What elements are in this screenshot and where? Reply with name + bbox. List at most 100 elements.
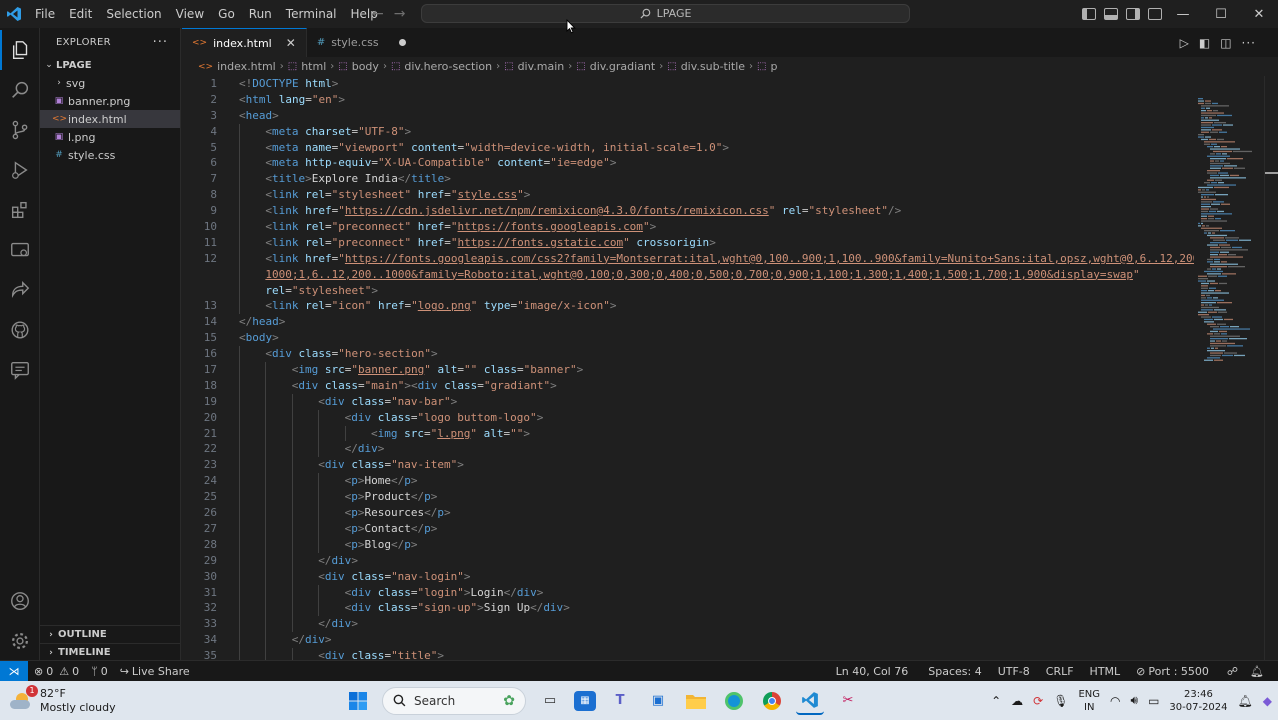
code-line[interactable]: 15 <body> — [182, 330, 1194, 346]
code-line[interactable]: 26 <p>Resources</p> — [182, 505, 1194, 521]
code-line[interactable]: rel="stylesheet"> — [182, 282, 1194, 299]
notification-bell-icon[interactable]: 🔔︎ — [1238, 694, 1253, 708]
code-line[interactable]: 23 <div class="nav-item"> — [182, 457, 1194, 474]
forward-arrow-icon[interactable]: → — [394, 6, 406, 22]
timeline-section[interactable]: › TIMELINE — [40, 643, 181, 661]
chrome-browser-icon[interactable] — [758, 687, 786, 715]
remote-indicator-icon[interactable]: ⋊ — [0, 660, 28, 682]
breadcrumb-item[interactable]: ⬚ body — [338, 60, 379, 73]
microphone-icon[interactable]: 🎙︎ — [1053, 694, 1068, 708]
workspace-root-folder[interactable]: ⌄ LPAGE — [40, 56, 180, 74]
remote-explorer-icon[interactable] — [0, 230, 40, 270]
customize-layout-icon[interactable] — [1148, 8, 1162, 20]
code-line[interactable]: 13 <link rel="icon" href="logo.png" type=… — [182, 298, 1194, 315]
unsaved-dot-icon[interactable] — [398, 39, 406, 46]
source-control-icon[interactable] — [0, 110, 40, 150]
refresh-app-icon[interactable]: ⟳ — [1033, 694, 1043, 708]
code-line[interactable]: 30 <div class="nav-login"> — [182, 568, 1194, 585]
code-line[interactable]: 3 <head> — [182, 108, 1194, 124]
tree-item-banner-png[interactable]: ▣ banner.png — [40, 92, 180, 110]
code-line[interactable]: 31 <div class="login">Login</div> — [182, 584, 1194, 601]
remote-desktop-icon[interactable]: ▣ — [644, 687, 672, 715]
menu-selection[interactable]: Selection — [99, 0, 168, 28]
snipping-tool-icon[interactable]: ✂ — [834, 687, 862, 715]
ports-indicator[interactable]: ᛘ0 — [85, 665, 114, 678]
breadcrumb-item[interactable]: ⬚ div.hero-section — [391, 60, 492, 73]
breadcrumb-item[interactable]: ⬚ div.gradiant — [576, 60, 655, 73]
code-line[interactable]: 21 <img src="l.png" alt=""> — [182, 425, 1194, 442]
code-line[interactable]: 1 <!DOCTYPE html> — [182, 76, 1194, 92]
more-actions-icon[interactable]: ··· — [1242, 36, 1256, 50]
code-line[interactable]: 5 <meta name="viewport" content="width=de… — [182, 139, 1194, 156]
code-line[interactable]: 2 <html lang="en"> — [182, 92, 1194, 108]
code-line[interactable]: 12 <link href="https://fonts.googleapis.c… — [182, 250, 1194, 267]
menu-file[interactable]: File — [28, 0, 62, 28]
tab-index-html[interactable]: <> index.html ✕ — [182, 28, 307, 57]
encoding[interactable]: UTF-8 — [992, 665, 1036, 678]
toggle-primary-sidebar-icon[interactable] — [1082, 8, 1096, 20]
breadcrumb-item[interactable]: ⬚ div.sub-title — [667, 60, 745, 73]
code-line[interactable]: 10 <link rel="preconnect" href="https://f… — [182, 219, 1194, 235]
edge-browser-icon[interactable] — [720, 687, 748, 715]
chat-icon[interactable] — [0, 350, 40, 390]
run-file-icon[interactable]: ▷ — [1180, 36, 1189, 50]
tab-style-css[interactable]: # style.css — [307, 28, 416, 57]
code-line[interactable]: 16 <div class="hero-section"> — [182, 346, 1194, 363]
tree-item-index-html[interactable]: <> index.html — [40, 110, 180, 128]
wifi-icon[interactable]: ◠ — [1110, 694, 1120, 708]
run-debug-icon[interactable] — [0, 150, 40, 190]
menu-view[interactable]: View — [169, 0, 211, 28]
file-explorer-icon[interactable] — [682, 687, 710, 715]
code-line[interactable]: 25 <p>Product</p> — [182, 489, 1194, 506]
cursor-position[interactable]: Ln 40, Col 76 — [830, 665, 915, 678]
line-ending[interactable]: CRLF — [1040, 665, 1080, 678]
code-line[interactable]: 35 <div class="title"> — [182, 648, 1194, 660]
windows-start-icon[interactable] — [344, 687, 372, 715]
open-preview-icon[interactable]: ◧ — [1199, 36, 1210, 50]
code-line[interactable]: 20 <div class="logo buttom-logo"> — [182, 409, 1194, 426]
more-actions-icon[interactable]: ··· — [153, 35, 168, 50]
chevron-up-icon[interactable]: ⌃ — [991, 694, 1001, 708]
code-line[interactable]: 6 <meta http-equiv="X-UA-Compatible" cont… — [182, 155, 1194, 172]
menu-go[interactable]: Go — [211, 0, 242, 28]
notifications-bell-icon[interactable]: 🔔︎ — [1244, 665, 1270, 678]
tree-item-l-png[interactable]: ▣ l.png — [40, 128, 180, 146]
close-window-button[interactable]: ✕ — [1240, 0, 1278, 28]
code-line[interactable]: 4 <meta charset="UTF-8"> — [182, 123, 1194, 140]
back-arrow-icon[interactable]: ← — [372, 6, 384, 22]
toggle-secondary-sidebar-icon[interactable] — [1126, 8, 1140, 20]
minimize-button[interactable]: — — [1164, 0, 1202, 28]
extensions-icon[interactable] — [0, 190, 40, 230]
taskbar-search-box[interactable]: Search ✿ — [382, 686, 526, 715]
clock[interactable]: 23:46 30-07-2024 — [1169, 688, 1227, 714]
code-line[interactable]: 28 <p>Blog</p> — [182, 536, 1194, 553]
code-line[interactable]: 17 <img src="banner.png" alt="" class="ba… — [182, 362, 1194, 378]
code-line[interactable]: 7 <title>Explore India</title> — [182, 171, 1194, 188]
copilot-app-icon[interactable]: ◆ — [1263, 694, 1272, 708]
manage-gear-icon[interactable] — [0, 621, 40, 661]
indentation[interactable]: Spaces: 4 — [922, 665, 987, 678]
cloud-sync-icon[interactable]: ☁ — [1011, 694, 1023, 708]
task-view-icon[interactable]: ▭ — [536, 687, 564, 715]
maximize-button[interactable]: ☐ — [1202, 0, 1240, 28]
menu-edit[interactable]: Edit — [62, 0, 99, 28]
github-icon[interactable] — [0, 310, 40, 350]
weather-widget[interactable]: 1 82°F Mostly cloudy — [8, 681, 116, 720]
volume-icon[interactable]: 🔊︎ — [1131, 693, 1139, 708]
code-line[interactable]: 14 </head> — [182, 314, 1194, 330]
code-line[interactable]: 22 </div> — [182, 441, 1194, 458]
microsoft-store-icon[interactable]: ▦ — [574, 690, 596, 711]
code-line[interactable]: 19 <div class="nav-bar"> — [182, 393, 1194, 410]
toggle-panel-icon[interactable] — [1104, 8, 1118, 20]
language-mode[interactable]: HTML — [1084, 665, 1127, 678]
close-tab-icon[interactable]: ✕ — [286, 36, 296, 50]
code-line[interactable]: 24 <p>Home</p> — [182, 473, 1194, 490]
menu-run[interactable]: Run — [242, 0, 279, 28]
code-line[interactable]: 9 <link href="https://cdn.jsdelivr.net/np… — [182, 203, 1194, 220]
language-indicator[interactable]: ENG IN — [1078, 688, 1100, 714]
breadcrumb-item[interactable]: ⬚ div.main — [504, 60, 564, 73]
breadcrumb-item[interactable]: ⬚ p — [757, 60, 777, 73]
code-line[interactable]: 29 </div> — [182, 552, 1194, 569]
breadcrumb-item[interactable]: ⬚ html — [288, 60, 327, 73]
teams-icon[interactable]: T — [606, 687, 634, 715]
